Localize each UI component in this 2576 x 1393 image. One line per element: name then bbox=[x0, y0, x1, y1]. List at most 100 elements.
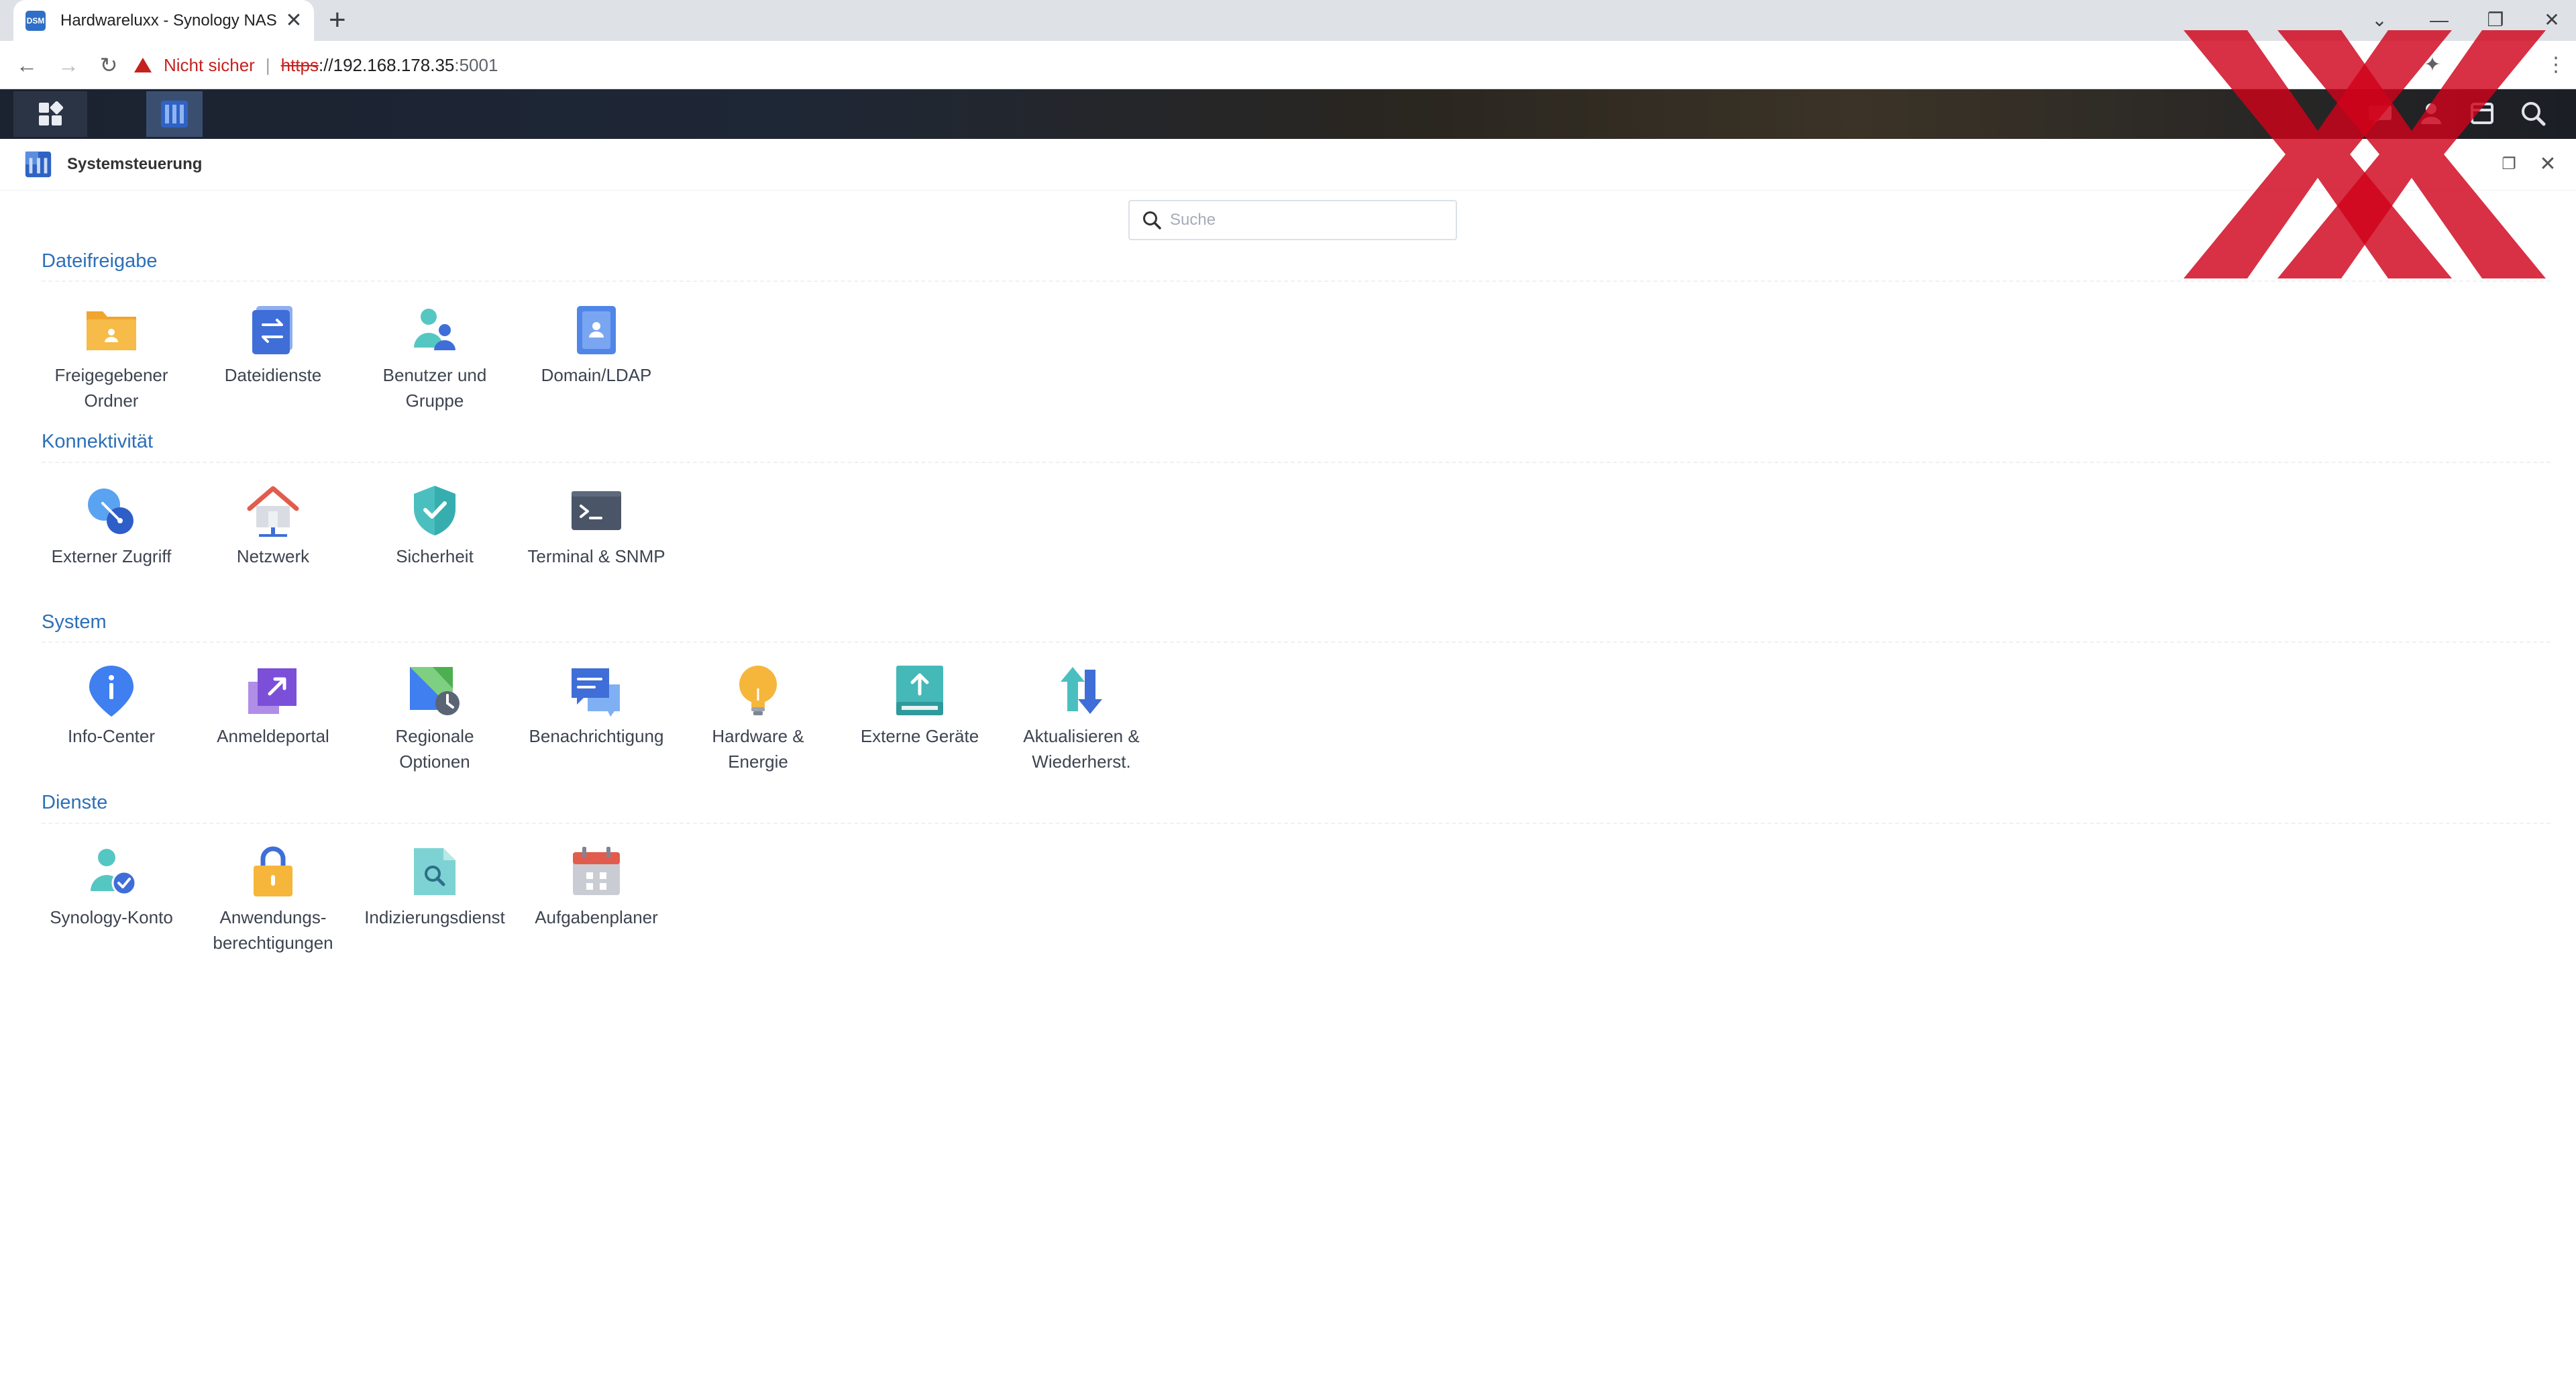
netzwerk-item[interactable]: Netzwerk bbox=[193, 482, 354, 569]
section-title-dienste: Dienste bbox=[42, 792, 108, 813]
url-scheme: https bbox=[280, 54, 319, 75]
tab-close-icon[interactable]: ✕ bbox=[280, 9, 307, 32]
minimize-icon[interactable]: — bbox=[2426, 5, 2453, 35]
item-label: Sicherheit bbox=[396, 546, 474, 566]
grid-icon bbox=[39, 101, 63, 125]
aktualisieren-wiederherst-item[interactable]: Aktualisieren & Wiederherst. bbox=[1001, 662, 1162, 774]
indexing-service-icon bbox=[406, 843, 464, 900]
anwendungsberechtigungen-item[interactable]: Anwendungs- berechtigungen bbox=[193, 843, 354, 956]
synology-konto-item[interactable]: Synology-Konto bbox=[31, 843, 192, 930]
regionale-optionen-item[interactable]: Regionale Optionen bbox=[354, 662, 515, 774]
info-center-item[interactable]: Info-Center bbox=[31, 662, 192, 749]
item-label: Externe Geräte bbox=[860, 726, 979, 746]
indizierungsdienst-item[interactable]: Indizierungsdienst bbox=[354, 843, 515, 930]
item-label: Freigegebener Ordner bbox=[54, 365, 168, 411]
tab-title: Hardwareluxx - Synology NAS bbox=[60, 11, 277, 30]
restore-icon[interactable]: ❐ bbox=[2482, 5, 2509, 35]
item-label: Aufgabenplaner bbox=[535, 907, 658, 927]
item-label: Domain/LDAP bbox=[541, 365, 652, 385]
section-divider bbox=[42, 823, 2551, 824]
section-divider bbox=[42, 280, 2551, 282]
user-icon[interactable] bbox=[2412, 95, 2450, 132]
anmeldeportal-item[interactable]: Anmeldeportal bbox=[193, 662, 354, 749]
padlock-icon bbox=[244, 843, 302, 900]
window-title: Systemsteuerung bbox=[67, 155, 203, 173]
section-divider bbox=[42, 462, 2551, 463]
externer-zugriff-item[interactable]: Externer Zugriff bbox=[31, 482, 192, 569]
url-host: ://192.168.178.35 bbox=[318, 54, 455, 75]
item-label: Dateidienste bbox=[224, 365, 322, 385]
widgets-icon[interactable] bbox=[2463, 95, 2501, 132]
item-label: Aktualisieren & Wiederherst. bbox=[1023, 726, 1140, 772]
control-panel-icon bbox=[161, 101, 188, 127]
aufgabenplaner-item[interactable]: Aufgabenplaner bbox=[516, 843, 677, 930]
item-label: Benutzer und Gruppe bbox=[382, 365, 487, 411]
security-shield-icon bbox=[406, 482, 464, 539]
notifications-chat-icon[interactable] bbox=[2361, 95, 2399, 132]
freigegebener-ordner-item[interactable]: Freigegebener Ordner bbox=[31, 301, 192, 413]
browser-tab-strip: DSM Hardwareluxx - Synology NAS ✕ + ⌄ — … bbox=[0, 0, 2576, 41]
externe-geraete-item[interactable]: Externe Geräte bbox=[839, 662, 1000, 749]
file-services-icon bbox=[244, 301, 302, 358]
close-window-icon[interactable]: ✕ bbox=[2538, 5, 2565, 35]
item-label: Anwendungs- berechtigungen bbox=[213, 907, 333, 953]
item-label: Netzwerk bbox=[236, 546, 310, 566]
domain-ldap-item[interactable]: Domain/LDAP bbox=[516, 301, 677, 388]
item-label: Regionale Optionen bbox=[395, 726, 474, 772]
address-bar[interactable]: Nicht sicher | https://192.168.178.35:50… bbox=[134, 48, 2522, 82]
item-label: Info-Center bbox=[67, 726, 156, 746]
terminal-snmp-item[interactable]: Terminal & SNMP bbox=[516, 482, 677, 569]
shared-folder-icon bbox=[83, 301, 140, 358]
dsm-taskbar bbox=[0, 89, 2576, 139]
section-title-dateifreigabe: Dateifreigabe bbox=[42, 250, 158, 272]
window-titlebar: Systemsteuerung ❐ ✕ bbox=[0, 139, 2576, 191]
item-label: Synology-Konto bbox=[50, 907, 173, 927]
window-close-icon[interactable]: ✕ bbox=[2534, 151, 2561, 178]
tab-search-chevron-icon[interactable]: ⌄ bbox=[2366, 5, 2393, 35]
back-arrow-icon[interactable]: ← bbox=[12, 50, 42, 80]
search-field[interactable] bbox=[1128, 200, 1457, 240]
browser-toolbar: ← → ↻ Nicht sicher | https://192.168.178… bbox=[0, 41, 2576, 89]
item-label: Hardware & Energie bbox=[712, 726, 804, 772]
login-portal-icon bbox=[244, 662, 302, 719]
network-house-icon bbox=[244, 482, 302, 539]
benachrichtigung-item[interactable]: Benachrichtigung bbox=[516, 662, 677, 749]
synology-account-icon bbox=[83, 843, 140, 900]
item-label: Indizierungsdienst bbox=[364, 907, 505, 927]
item-label: Terminal & SNMP bbox=[527, 546, 665, 566]
control-panel-app-icon bbox=[25, 151, 52, 178]
browser-menu-icon[interactable]: ⋮ bbox=[2541, 50, 2571, 80]
calendar-icon bbox=[568, 843, 625, 900]
info-pin-icon bbox=[83, 662, 140, 719]
url-port: :5001 bbox=[454, 54, 498, 75]
extensions-puzzle-icon[interactable]: ✦ bbox=[2418, 50, 2447, 80]
security-warning: Nicht sicher bbox=[164, 54, 255, 75]
search-icon bbox=[1143, 211, 1161, 229]
dateidienste-item[interactable]: Dateidienste bbox=[193, 301, 354, 388]
users-group-icon bbox=[406, 301, 464, 358]
update-restore-icon bbox=[1053, 662, 1110, 719]
taskbar-control-panel-button[interactable] bbox=[146, 91, 203, 137]
item-label: Externer Zugriff bbox=[51, 546, 172, 566]
dsm-favicon-icon: DSM bbox=[25, 10, 46, 31]
item-label: Anmeldeportal bbox=[217, 726, 329, 746]
section-divider bbox=[42, 641, 2551, 643]
new-tab-icon[interactable]: + bbox=[329, 4, 346, 36]
hardware-energie-item[interactable]: Hardware & Energie bbox=[678, 662, 839, 774]
main-menu-button[interactable] bbox=[13, 91, 87, 137]
notification-chat-icon bbox=[568, 662, 625, 719]
search-input[interactable] bbox=[1169, 210, 1440, 230]
warning-triangle-icon bbox=[134, 58, 152, 72]
external-access-icon bbox=[83, 482, 140, 539]
window-maximize-icon[interactable]: ❐ bbox=[2496, 151, 2522, 178]
separator: | bbox=[265, 54, 270, 75]
benutzer-und-gruppe-item[interactable]: Benutzer und Gruppe bbox=[354, 301, 515, 413]
terminal-icon bbox=[568, 482, 625, 539]
regional-options-icon bbox=[406, 662, 464, 719]
global-search-icon[interactable] bbox=[2514, 95, 2552, 132]
forward-arrow-icon[interactable]: → bbox=[54, 50, 83, 80]
sicherheit-item[interactable]: Sicherheit bbox=[354, 482, 515, 569]
reload-icon[interactable]: ↻ bbox=[94, 50, 123, 80]
browser-tab[interactable]: DSM Hardwareluxx - Synology NAS ✕ bbox=[13, 0, 314, 41]
section-title-system: System bbox=[42, 611, 107, 633]
